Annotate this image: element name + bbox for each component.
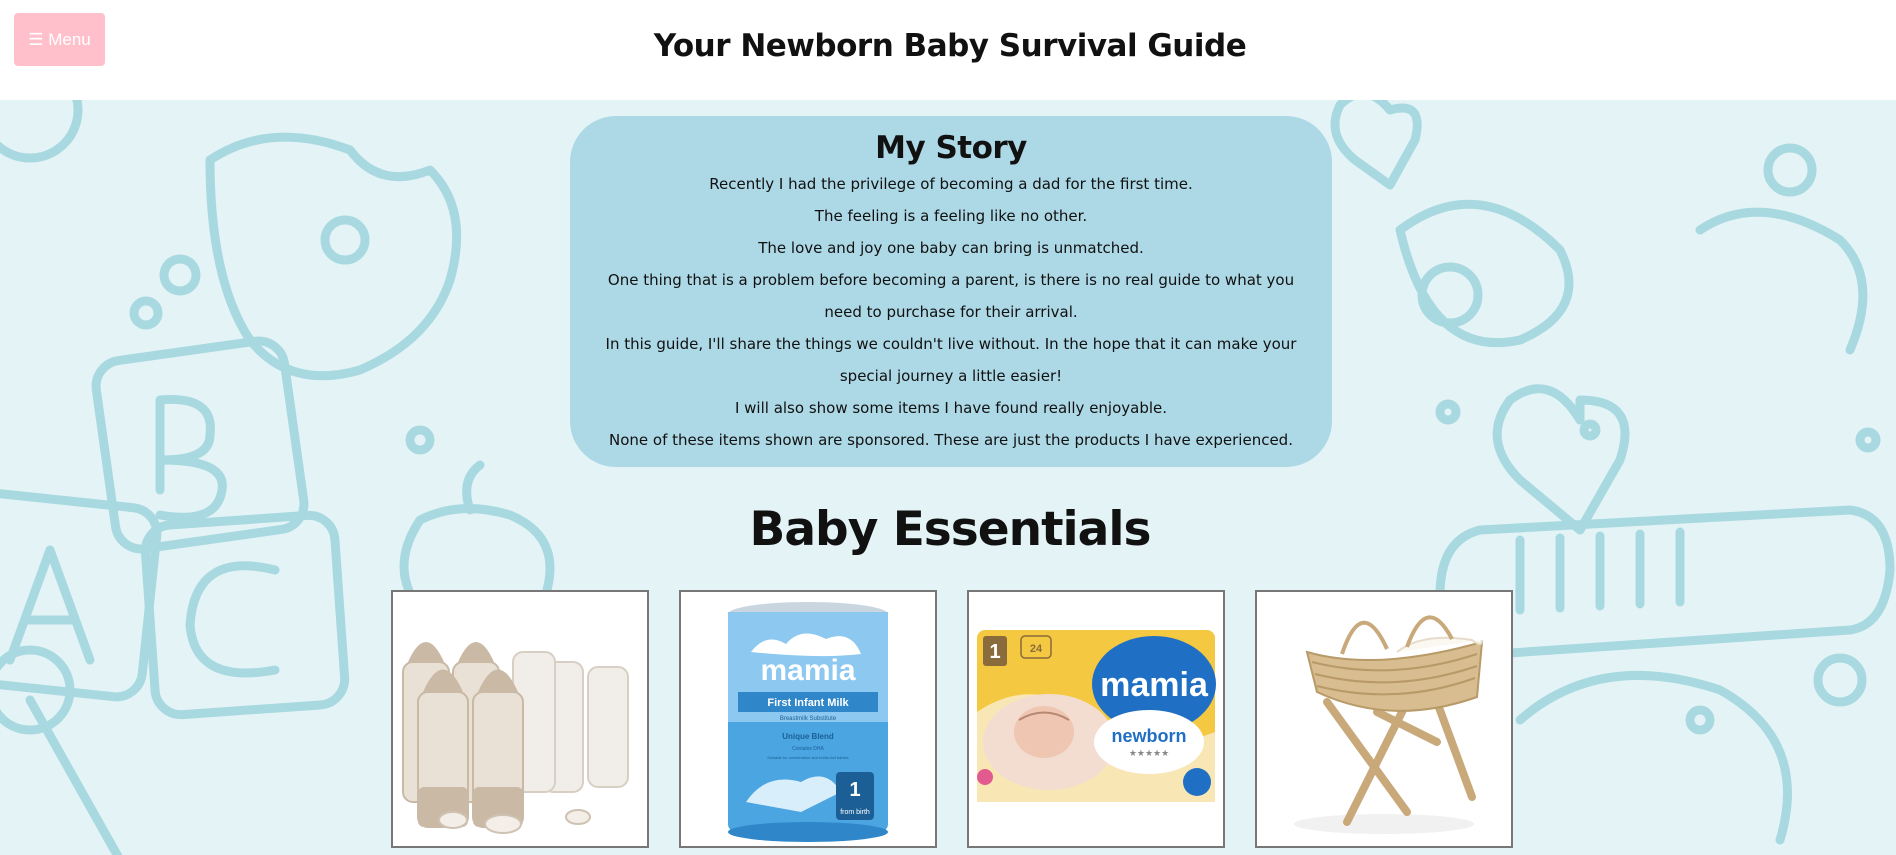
formula-blend: Unique Blend bbox=[782, 732, 834, 741]
nappies-count: 24 bbox=[1030, 643, 1043, 655]
story-line: None of these items shown are sponsored.… bbox=[609, 431, 1293, 449]
formula-brand: mamia bbox=[760, 654, 855, 687]
site-header: ☰ Menu Your Newborn Baby Survival Guide bbox=[0, 0, 1896, 100]
story-line: I will also show some items I have found… bbox=[734, 399, 1168, 417]
product-card-bottles[interactable] bbox=[391, 590, 649, 848]
product-card-moses-basket[interactable] bbox=[1255, 590, 1513, 848]
formula-tin-image: mamia First Infant Milk Breastmilk Subst… bbox=[681, 592, 935, 846]
my-story-card: My Story Recently I had the privilege of… bbox=[570, 116, 1332, 467]
story-line: Recently I had the privilege of becoming… bbox=[709, 175, 1193, 193]
story-title: My Story bbox=[875, 130, 1027, 166]
formula-product-name: First Infant Milk bbox=[767, 697, 849, 709]
moses-basket-image bbox=[1257, 592, 1511, 846]
nappies-size: 1 bbox=[989, 641, 1000, 663]
product-card-formula[interactable]: mamia First Infant Milk Breastmilk Subst… bbox=[679, 590, 937, 848]
formula-stage: 1 bbox=[849, 779, 860, 801]
formula-subtitle: Breastmilk Substitute bbox=[780, 716, 837, 722]
nappies-pack-image: mamia newborn ★★★★★ 1 24 bbox=[969, 592, 1223, 846]
nappies-brand: mamia bbox=[1100, 666, 1209, 704]
formula-note: Suitable for combination and bottle-fed … bbox=[767, 755, 848, 760]
story-line: In this guide, I'll share the things we … bbox=[605, 335, 1297, 385]
page-title: Your Newborn Baby Survival Guide bbox=[653, 28, 1247, 64]
baby-essentials-heading: Baby Essentials bbox=[749, 502, 1152, 557]
story-line: The love and joy one baby can bring is u… bbox=[758, 239, 1144, 257]
story-line: The feeling is a feeling like no other. bbox=[814, 207, 1088, 225]
formula-note: Contains DHA bbox=[792, 746, 824, 752]
product-card-nappies[interactable]: mamia newborn ★★★★★ 1 24 bbox=[967, 590, 1225, 848]
nappies-stars: ★★★★★ bbox=[1129, 748, 1169, 758]
formula-stage-label: from birth bbox=[840, 809, 870, 816]
story-line: One thing that is a problem before becom… bbox=[607, 271, 1295, 321]
baby-bottles-image bbox=[393, 592, 647, 846]
nappies-variant: newborn bbox=[1112, 726, 1187, 746]
